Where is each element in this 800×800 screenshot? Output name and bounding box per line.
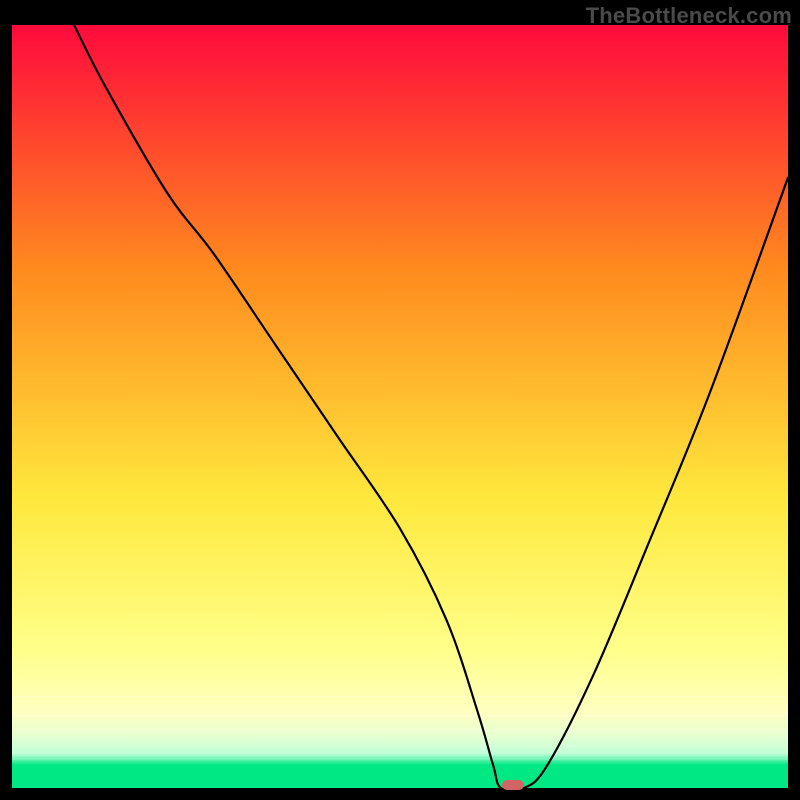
minimum-marker xyxy=(502,780,524,790)
gradient-background xyxy=(12,25,788,788)
chart-svg xyxy=(12,25,788,788)
watermark-text: TheBottleneck.com xyxy=(586,3,792,29)
plot-area xyxy=(12,25,788,788)
